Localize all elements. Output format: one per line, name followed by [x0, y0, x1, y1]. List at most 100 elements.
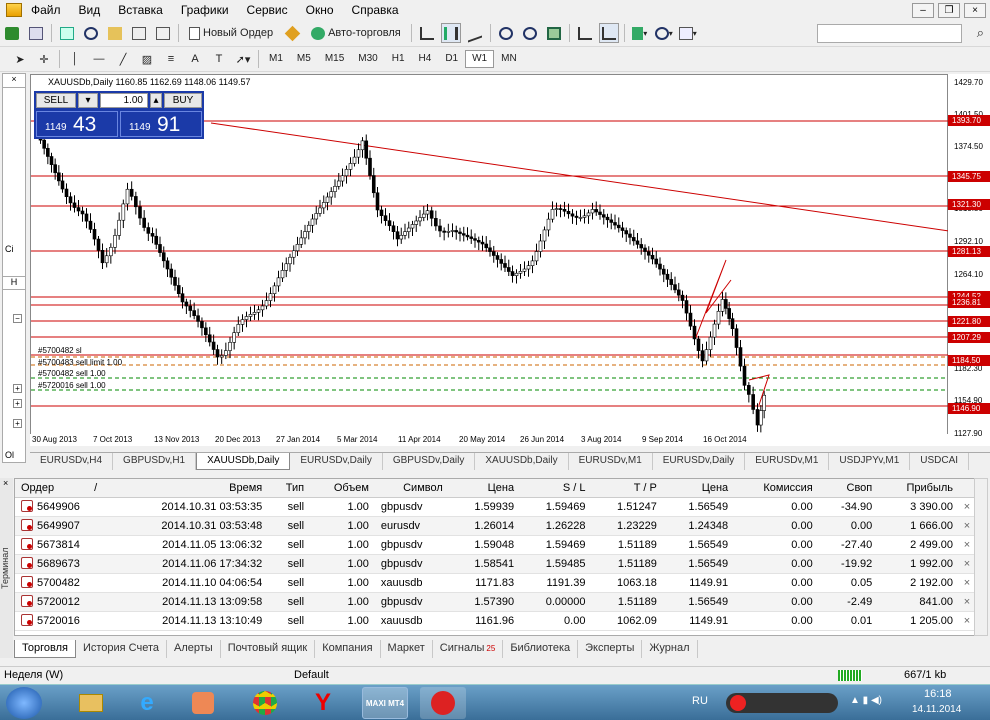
close-order-icon[interactable]: ×	[959, 516, 975, 536]
chart-tab[interactable]: EURUSDv,M1	[745, 453, 830, 470]
crosshair-button[interactable]: ✛	[34, 49, 54, 69]
terminal-close-icon[interactable]: ×	[3, 478, 8, 488]
trendline-button[interactable]: ╱	[113, 49, 133, 69]
arrows-button[interactable]: ➚▾	[233, 49, 253, 69]
table-row[interactable]: 5700482 2014.11.10 04:06:54 sell 1.00 xauusd…	[15, 573, 975, 593]
chart-tab[interactable]: EURUSDv,H4	[30, 453, 114, 470]
new-order-button[interactable]: Новый Ордер	[184, 23, 278, 43]
panel-tab-2[interactable]: Ol	[5, 450, 14, 460]
lot-size-input[interactable]: 1.00	[100, 93, 148, 108]
record-icon[interactable]	[730, 695, 746, 711]
timeframe-mn[interactable]: MN	[494, 50, 524, 68]
chart-tab[interactable]: XAUUSDb,Daily	[196, 453, 291, 470]
timeframe-m15[interactable]: M15	[318, 50, 351, 68]
price-axis[interactable]: 1429.701401.501374.501347.501319.501292.…	[948, 74, 990, 446]
zoom-in-button[interactable]	[496, 23, 516, 43]
chart-shift-button[interactable]	[575, 23, 595, 43]
chart-tab[interactable]: USDJPYv,M1	[829, 453, 911, 470]
tree-expand-icon[interactable]: +	[13, 399, 22, 408]
zoom-out-button[interactable]	[520, 23, 540, 43]
close-order-icon[interactable]: ×	[959, 535, 975, 555]
terminal-tab[interactable]: Библиотека	[503, 640, 579, 658]
column-header[interactable]: Прибыль	[878, 479, 959, 498]
column-header[interactable]: Ордер	[15, 479, 89, 498]
menu-help[interactable]: Справка	[343, 0, 408, 20]
chart-tab[interactable]: GBPUSDv,Daily	[383, 453, 476, 470]
column-header[interactable]: Комиссия	[734, 479, 819, 498]
auto-trading-button[interactable]: Авто-торговля	[306, 23, 406, 43]
fibo-button[interactable]: ≡	[161, 49, 181, 69]
folder-button[interactable]	[105, 23, 125, 43]
search-input[interactable]	[817, 24, 962, 43]
cursor-button[interactable]: ➤	[10, 49, 30, 69]
autoscroll-button[interactable]	[598, 23, 619, 43]
timeframe-m1[interactable]: M1	[262, 50, 290, 68]
terminal-scrollbar[interactable]	[974, 478, 988, 636]
terminal-tab[interactable]: История Счета	[76, 640, 168, 658]
chart-tab[interactable]: EURUSDv,Daily	[653, 453, 746, 470]
buy-price[interactable]: 1149 91	[120, 111, 202, 137]
explorer-taskbar-icon[interactable]	[68, 687, 114, 719]
lot-down-button[interactable]: ▾	[78, 93, 98, 108]
menu-tools[interactable]: Сервис	[238, 0, 297, 20]
chrome-taskbar-icon[interactable]	[242, 687, 288, 719]
timeframe-h4[interactable]: H4	[412, 50, 439, 68]
tester-button[interactable]	[153, 23, 173, 43]
mt4-taskbar-icon[interactable]: MAXI MT4	[362, 687, 408, 719]
vertical-line-button[interactable]: │	[65, 49, 85, 69]
terminal-tab[interactable]: Эксперты	[578, 640, 643, 658]
terminal-tab[interactable]: Торговля	[14, 640, 76, 658]
tray-icons[interactable]: ▲ ▮ ◀)	[850, 695, 882, 706]
sell-button[interactable]: SELL	[36, 93, 76, 108]
tile-windows-button[interactable]	[544, 23, 564, 43]
line-chart-button[interactable]	[465, 23, 485, 43]
profiles-button[interactable]	[26, 23, 46, 43]
close-order-icon[interactable]: ×	[959, 611, 975, 631]
table-row[interactable]: 5720016 2014.11.13 13:10:49 sell 1.00 xauusd…	[15, 611, 975, 631]
panel-tab-1[interactable]: Ci	[5, 244, 14, 254]
templates-button[interactable]: ▾	[678, 23, 698, 43]
restore-icon[interactable]: ❐	[938, 3, 960, 18]
menu-file[interactable]: Файл	[22, 0, 70, 20]
yandex-taskbar-icon[interactable]: Y	[300, 687, 346, 719]
buy-button[interactable]: BUY	[164, 93, 202, 108]
close-icon[interactable]: ×	[964, 3, 986, 18]
table-row[interactable]: 5689673 2014.11.06 17:34:32 sell 1.00 gbpusd…	[15, 554, 975, 574]
terminal-tab[interactable]: Журнал	[642, 640, 698, 658]
column-header[interactable]: T / P	[591, 479, 663, 498]
navigator-button[interactable]	[81, 23, 101, 43]
terminal-tab[interactable]: Алерты	[167, 640, 221, 658]
chart-tab[interactable]: EURUSDv,Daily	[290, 453, 383, 470]
table-row[interactable]: 5649907 2014.10.31 03:53:48 sell 1.00 eurusd…	[15, 516, 975, 536]
new-chart-button[interactable]	[2, 23, 22, 43]
column-header[interactable]: Цена	[448, 479, 521, 498]
column-header[interactable]: S / L	[520, 479, 592, 498]
market-watch-button[interactable]	[57, 23, 77, 43]
column-header[interactable]: Своп	[818, 479, 879, 498]
close-order-icon[interactable]: ×	[959, 497, 975, 517]
candle-chart-button[interactable]	[440, 23, 461, 43]
table-row[interactable]: 5673814 2014.11.05 13:06:32 sell 1.00 gbpusd…	[15, 535, 975, 555]
column-header[interactable]: Цена	[662, 479, 735, 498]
column-header[interactable]: /	[88, 479, 113, 498]
column-header[interactable]: Время	[112, 479, 269, 498]
menu-charts[interactable]: Графики	[172, 0, 238, 20]
menu-insert[interactable]: Вставка	[109, 0, 172, 20]
timeframe-m5[interactable]: M5	[290, 50, 318, 68]
close-order-icon[interactable]: ×	[959, 573, 975, 593]
chart-tab[interactable]: XAUUSDb,Daily	[475, 453, 569, 470]
timeframe-h1[interactable]: H1	[385, 50, 412, 68]
column-header[interactable]: Символ	[374, 479, 449, 498]
column-header[interactable]: Объем	[310, 479, 375, 498]
lot-up-button[interactable]: ▴	[150, 93, 162, 108]
table-row[interactable]: 5720012 2014.11.13 13:09:58 sell 1.00 gbpusd…	[15, 592, 975, 612]
terminal-tab[interactable]: Почтовый ящик	[221, 640, 316, 658]
ie-taskbar-icon[interactable]: e	[124, 687, 170, 719]
chart-tab[interactable]: GBPUSDv,H1	[113, 453, 197, 470]
start-button[interactable]	[6, 687, 42, 719]
bar-chart-button[interactable]	[417, 23, 437, 43]
sell-price[interactable]: 1149 43	[36, 111, 118, 137]
meta-editor-button[interactable]	[282, 23, 302, 43]
terminal-tab[interactable]: Компания	[315, 640, 381, 658]
indicators-button[interactable]: ▾	[630, 23, 650, 43]
